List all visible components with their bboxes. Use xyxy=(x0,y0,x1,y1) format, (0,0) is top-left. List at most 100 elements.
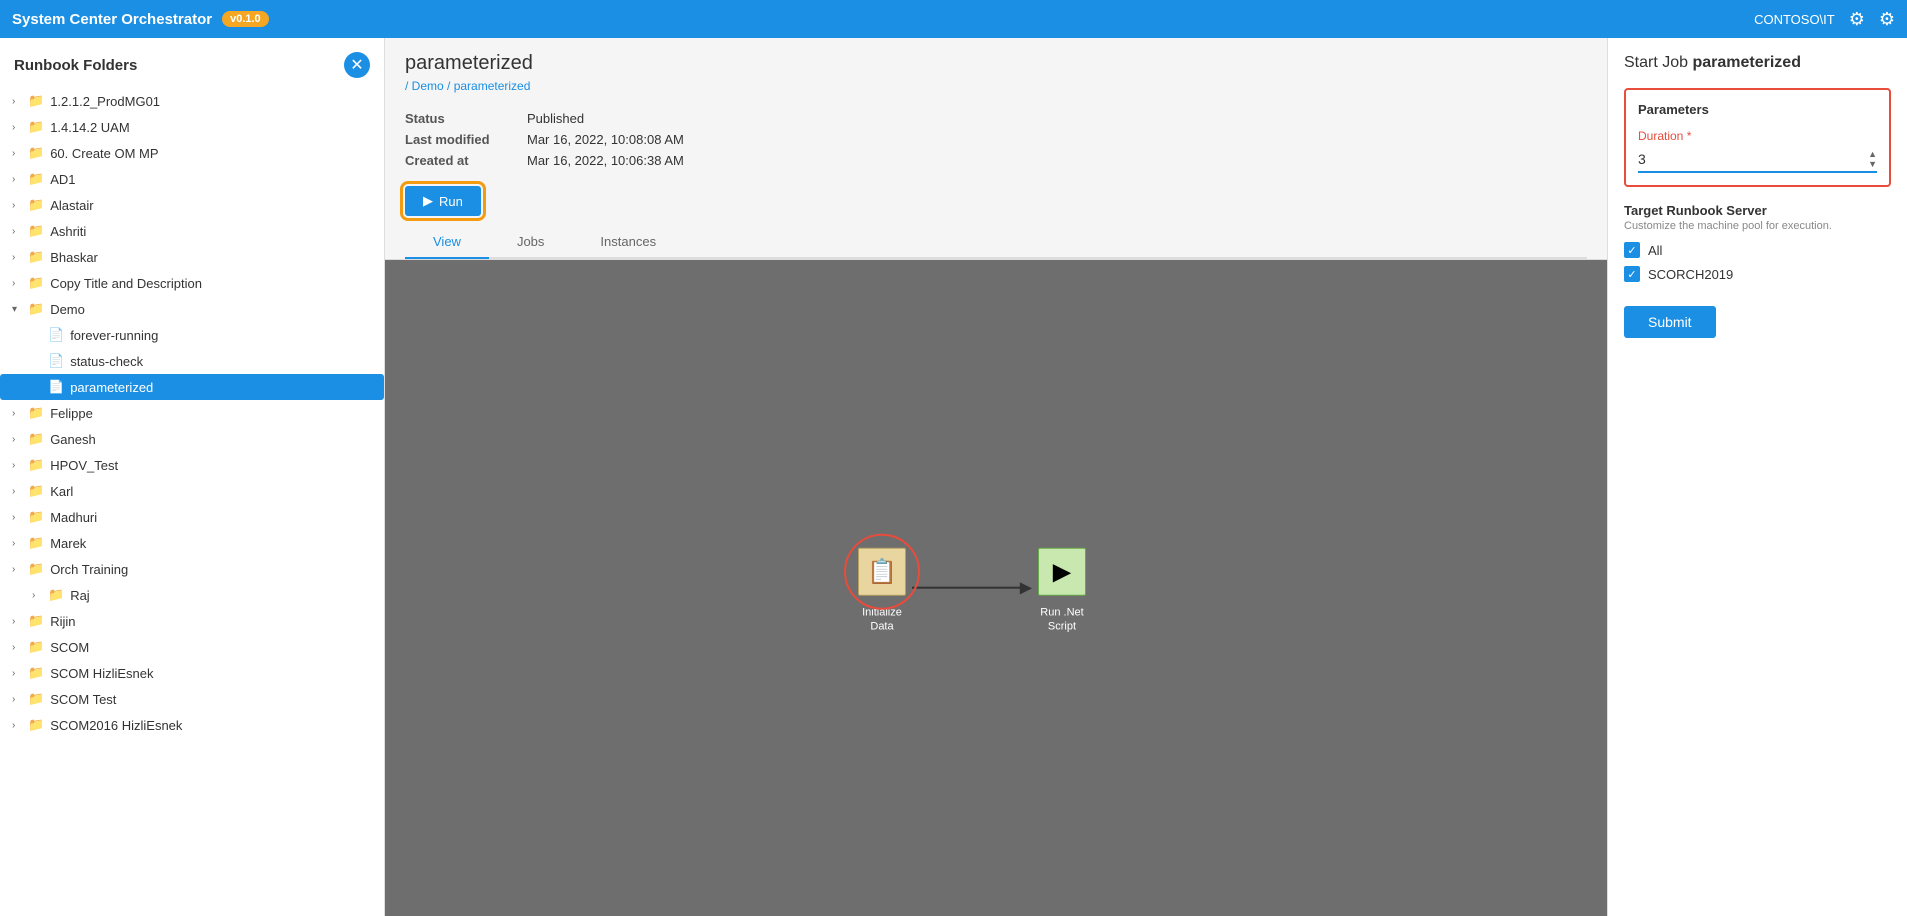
created-label: Created at xyxy=(405,153,515,168)
folder-icon-scomtest: 📁 xyxy=(28,691,44,707)
initialize-data-icon: 📋 xyxy=(858,548,906,596)
sidebar-item-forever[interactable]: 📄forever-running xyxy=(0,322,384,348)
folder-icon-madhuri: 📁 xyxy=(28,509,44,525)
folder-icon-marek: 📁 xyxy=(28,535,44,551)
sidebar-item-orchtraining[interactable]: ›📁Orch Training xyxy=(0,556,384,582)
duration-input[interactable] xyxy=(1638,147,1868,171)
sidebar-item-hpov[interactable]: ›📁 HPOV_Test xyxy=(0,452,384,478)
folder-icon-scom: 📁 xyxy=(28,639,44,655)
main-layout: Runbook Folders ✕ ›📁1.2.1.2_ProdMG01›📁1.… xyxy=(0,38,1907,916)
tab-view[interactable]: View xyxy=(405,226,489,259)
diagram-canvas: 📋 InitializeData ▶ ▶ xyxy=(852,542,1092,635)
sidebar-item-1414[interactable]: ›📁1.4.14.2 UAM xyxy=(0,114,384,140)
sidebar-item-rijin[interactable]: ›📁Rijin xyxy=(0,608,384,634)
sidebar-item-label-madhuri: Madhuri xyxy=(50,510,372,525)
sidebar-item-label-parameterized: parameterized xyxy=(70,380,372,395)
expand-arrow-ganesh: › xyxy=(12,434,28,445)
sidebar-item-felippe[interactable]: ›📁Felippe xyxy=(0,400,384,426)
sidebar-item-60create[interactable]: ›📁60. Create OM MP xyxy=(0,140,384,166)
duration-spinner[interactable]: ▲ ▼ xyxy=(1868,149,1877,169)
panel-title: Start Job parameterized xyxy=(1624,54,1891,72)
expand-arrow-bhaskar: › xyxy=(12,252,28,263)
sidebar-item-label-hpov: HPOV_Test xyxy=(50,458,372,473)
run-icon: ▶ xyxy=(423,193,433,209)
sidebar-item-karl[interactable]: ›📁Karl xyxy=(0,478,384,504)
expand-arrow-1414: › xyxy=(12,122,28,133)
arrow-body xyxy=(912,587,1022,589)
meta-created-row: Created at Mar 16, 2022, 10:06:38 AM xyxy=(405,153,684,168)
app-title: System Center Orchestrator xyxy=(12,11,212,28)
sidebar-item-scomtest[interactable]: ›📁SCOM Test xyxy=(0,686,384,712)
target-title: Target Runbook Server xyxy=(1624,203,1891,218)
sidebar-item-label-orchtraining: Orch Training xyxy=(50,562,372,577)
settings-icon[interactable]: ⚙ xyxy=(1849,9,1865,30)
tab-instances[interactable]: Instances xyxy=(572,226,684,259)
submit-button[interactable]: Submit xyxy=(1624,306,1716,338)
runbook-title: parameterized xyxy=(405,52,1587,75)
tab-jobs[interactable]: Jobs xyxy=(489,226,572,259)
sidebar-item-alastair[interactable]: ›📁Alastair xyxy=(0,192,384,218)
sidebar-title: Runbook Folders xyxy=(14,57,137,74)
file-icon-parameterized: 📄 xyxy=(48,379,64,395)
sidebar-item-scomhizli[interactable]: ›📁SCOM HizliEsnek xyxy=(0,660,384,686)
sidebar-item-label-demo: Demo xyxy=(50,302,372,317)
folder-icon-raj: 📁 xyxy=(48,587,64,603)
sidebar-item-ashriti[interactable]: ›📁Ashriti xyxy=(0,218,384,244)
server-scorch2019-label: SCORCH2019 xyxy=(1648,267,1733,282)
modified-label: Last modified xyxy=(405,132,515,147)
run-button[interactable]: ▶ Run xyxy=(405,186,481,216)
folder-icon-ganesh: 📁 xyxy=(28,431,44,447)
sidebar-item-1212[interactable]: ›📁1.2.1.2_ProdMG01 xyxy=(0,88,384,114)
sidebar-item-demo[interactable]: ▾📁Demo xyxy=(0,296,384,322)
sidebar-close-button[interactable]: ✕ xyxy=(344,52,370,78)
content-area: parameterized / Demo / parameterized Sta… xyxy=(385,38,1607,916)
run-net-script-icon: ▶ xyxy=(1038,548,1086,596)
panel-runbook-name: parameterized xyxy=(1692,54,1801,71)
sidebar-item-scom[interactable]: ›📁SCOM xyxy=(0,634,384,660)
sidebar-item-label-scom2016: SCOM2016 HizliEsnek xyxy=(50,718,372,733)
expand-arrow-ashriti: › xyxy=(12,226,28,237)
node-run-net-script[interactable]: ▶ Run .NetScript xyxy=(1032,542,1092,635)
expand-arrow-hpov: › xyxy=(12,460,28,471)
created-value: Mar 16, 2022, 10:06:38 AM xyxy=(527,153,684,168)
sidebar-item-parameterized[interactable]: 📄 parameterized xyxy=(0,374,384,400)
expand-arrow-alastair: › xyxy=(12,200,28,211)
duration-label-text: Duration xyxy=(1638,129,1683,143)
sidebar-item-raj[interactable]: ›📁Raj xyxy=(0,582,384,608)
sidebar-item-label-rijin: Rijin xyxy=(50,614,372,629)
file-icon-status: 📄 xyxy=(48,353,64,369)
sidebar-item-label-ashriti: Ashriti xyxy=(50,224,372,239)
node-initialize-data[interactable]: 📋 InitializeData xyxy=(852,542,912,635)
server-scorch2019-checkbox[interactable] xyxy=(1624,266,1640,282)
gear-icon[interactable]: ⚙ xyxy=(1879,9,1895,30)
sidebar-item-ad1[interactable]: ›📁AD1 xyxy=(0,166,384,192)
sidebar-item-label-bhaskar: Bhaskar xyxy=(50,250,372,265)
server-all-checkbox[interactable] xyxy=(1624,242,1640,258)
initialize-data-label: InitializeData xyxy=(862,606,902,635)
navbar-right: CONTOSO\IT ⚙ ⚙ xyxy=(1754,9,1895,30)
status-value: Published xyxy=(527,111,584,126)
expand-arrow-scomhizli: › xyxy=(12,668,28,679)
sidebar-item-madhuri[interactable]: ›📁Madhuri xyxy=(0,504,384,530)
runbook-header: parameterized / Demo / parameterized Sta… xyxy=(385,38,1607,260)
target-subtitle: Customize the machine pool for execution… xyxy=(1624,220,1891,232)
sidebar-item-status[interactable]: 📄status-check xyxy=(0,348,384,374)
expand-arrow-orchtraining: › xyxy=(12,564,28,575)
modified-value: Mar 16, 2022, 10:08:08 AM xyxy=(527,132,684,147)
breadcrumb-current[interactable]: parameterized xyxy=(454,79,531,93)
folder-icon-demo: 📁 xyxy=(28,301,44,317)
sidebar-item-label-ad1: AD1 xyxy=(50,172,372,187)
sidebar-item-bhaskar[interactable]: ›📁Bhaskar xyxy=(0,244,384,270)
sidebar-item-scom2016[interactable]: ›📁SCOM2016 HizliEsnek xyxy=(0,712,384,738)
panel-title-text: Start Job xyxy=(1624,54,1688,71)
sidebar-item-marek[interactable]: ›📁Marek xyxy=(0,530,384,556)
sidebar-item-label-marek: Marek xyxy=(50,536,372,551)
sidebar-item-label-karl: Karl xyxy=(50,484,372,499)
expand-arrow-1212: › xyxy=(12,96,28,107)
folder-icon-hpov: 📁 xyxy=(28,457,44,473)
sidebar-item-ganesh[interactable]: ›📁Ganesh xyxy=(0,426,384,452)
sidebar-item-copytitle[interactable]: ›📁Copy Title and Description xyxy=(0,270,384,296)
expand-arrow-scom: › xyxy=(12,642,28,653)
duration-input-row: ▲ ▼ xyxy=(1638,147,1877,173)
navbar-left: System Center Orchestrator v0.1.0 xyxy=(12,11,269,28)
